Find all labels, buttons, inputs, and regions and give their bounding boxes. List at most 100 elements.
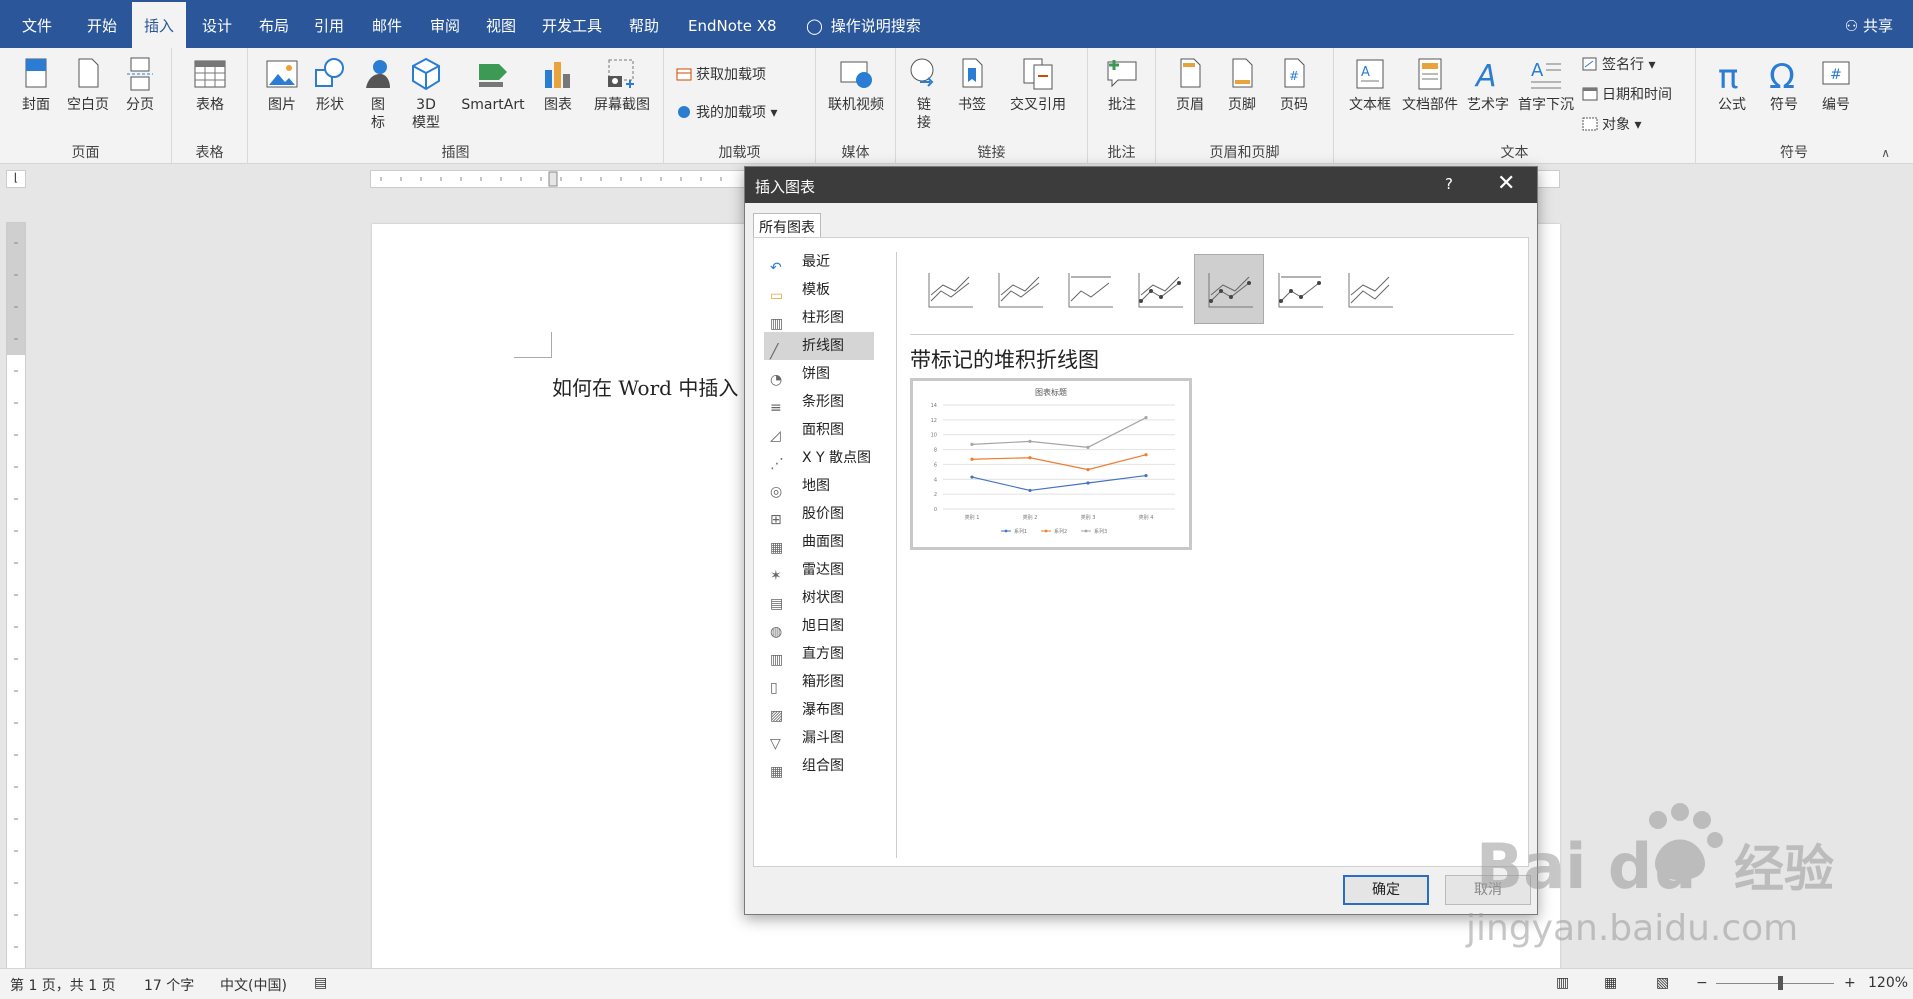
subtype-3d-line[interactable]: [1334, 254, 1404, 324]
collapse-ribbon-icon[interactable]: ∧: [1881, 146, 1890, 160]
my-addins-button[interactable]: 我的加载项 ▾: [676, 102, 777, 122]
chart-category-item[interactable]: ⋰ X Y 散点图: [764, 444, 874, 472]
chart-category-item[interactable]: ▥ 柱形图: [764, 304, 874, 332]
chart-category-item[interactable]: ↶ 最近: [764, 248, 874, 276]
help-button[interactable]: ?: [1445, 175, 1453, 193]
tab-insert[interactable]: 插入: [132, 2, 187, 48]
chart-button[interactable]: 图表: [538, 56, 578, 114]
language[interactable]: 中文(中国): [220, 975, 287, 995]
subtype-line-with-markers[interactable]: [1124, 254, 1194, 324]
screenshot-button[interactable]: 屏幕截图: [586, 56, 658, 114]
wordart-button[interactable]: A 艺术字: [1462, 56, 1514, 114]
zoom-slider-thumb[interactable]: [1778, 976, 1783, 990]
chart-category-icon: ▦: [770, 540, 784, 556]
zoom-in-button[interactable]: +: [1844, 975, 1856, 991]
dialog-titlebar[interactable]: 插入图表 ? ✕: [745, 167, 1537, 203]
tab-mailings[interactable]: 邮件: [360, 0, 414, 48]
tab-endnote[interactable]: EndNote X8: [676, 0, 789, 48]
signature-line-button[interactable]: 签名行 ▾: [1582, 54, 1655, 74]
zoom-level[interactable]: 120%: [1868, 975, 1908, 991]
tab-developer[interactable]: 开发工具: [530, 0, 614, 48]
drop-cap-button[interactable]: A 首字下沉: [1514, 56, 1578, 114]
chart-category-item[interactable]: ◿ 面积图: [764, 416, 874, 444]
document-text[interactable]: 如何在 Word 中插入: [552, 372, 738, 401]
tab-references[interactable]: 引用: [302, 0, 356, 48]
tab-view[interactable]: 视图: [474, 0, 528, 48]
date-time-button[interactable]: 日期和时间: [1582, 84, 1672, 104]
word-count[interactable]: 17 个字: [144, 975, 194, 995]
link-button[interactable]: 链 接: [904, 56, 944, 132]
zoom-out-button[interactable]: −: [1696, 975, 1708, 991]
tab-file[interactable]: 文件: [10, 0, 64, 48]
chart-category-item[interactable]: ▭ 模板: [764, 276, 874, 304]
subtype-100-stacked-line-with-markers[interactable]: [1264, 254, 1334, 324]
header-button[interactable]: 页眉: [1168, 56, 1212, 114]
chart-category-item[interactable]: ▨ 瀑布图: [764, 696, 874, 724]
chart-category-item[interactable]: ⊞ 股价图: [764, 500, 874, 528]
chart-category-item[interactable]: ▦ 组合图: [764, 752, 874, 780]
web-layout-icon[interactable]: ▧: [1656, 975, 1669, 991]
chart-category-item[interactable]: ≡ 条形图: [764, 388, 874, 416]
subtype-stacked-line[interactable]: [984, 254, 1054, 324]
page-number-button[interactable]: # 页码: [1272, 56, 1316, 114]
online-video-button[interactable]: 联机视频: [824, 56, 888, 114]
tab-selector-icon[interactable]: ⌊: [6, 170, 26, 188]
bookmark-button[interactable]: 书签: [952, 56, 992, 114]
smartart-button[interactable]: SmartArt: [456, 56, 530, 114]
chart-category-item[interactable]: ◔ 饼图: [764, 360, 874, 388]
icons-button[interactable]: 图 标: [358, 56, 398, 132]
cross-reference-button[interactable]: 交叉引用: [1000, 56, 1076, 114]
table-button[interactable]: 表格: [190, 56, 230, 114]
chart-category-item[interactable]: ◍ 旭日图: [764, 612, 874, 640]
page-break-button[interactable]: 分页: [120, 56, 160, 114]
close-button[interactable]: ✕: [1497, 171, 1515, 196]
shapes-button[interactable]: 形状: [310, 56, 350, 114]
subtype-stacked-line-with-markers[interactable]: [1194, 254, 1264, 324]
symbol-button[interactable]: Ω 符号: [1762, 56, 1806, 114]
chart-category-icon: ╱: [770, 344, 779, 360]
chart-category-item[interactable]: ▤ 树状图: [764, 584, 874, 612]
footer-button[interactable]: 页脚: [1220, 56, 1264, 114]
blank-page-button[interactable]: 空白页: [64, 56, 112, 114]
picture-button[interactable]: 图片: [262, 56, 302, 114]
new-comment-button[interactable]: 批注: [1100, 56, 1144, 114]
group-label-links: 链接: [977, 145, 1006, 161]
chart-category-item[interactable]: ▽ 漏斗图: [764, 724, 874, 752]
chart-category-item[interactable]: ▯ 箱形图: [764, 668, 874, 696]
page-count[interactable]: 第 1 页，共 1 页: [10, 975, 116, 995]
chart-preview[interactable]: 图表标题 0 2 4 6 8 10 12 14 类别 1 类别 2 类别 3 类别 4 系列1 系列2 系列3: [910, 378, 1192, 550]
share-button[interactable]: ⚇ 共享: [1845, 0, 1893, 48]
tab-all-charts[interactable]: 所有图表: [753, 213, 821, 237]
ok-button[interactable]: 确定: [1343, 875, 1429, 905]
tab-help[interactable]: 帮助: [617, 0, 671, 48]
get-addins-button[interactable]: 获取加载项: [676, 64, 766, 84]
table-icon: [194, 60, 226, 88]
chart-category-item[interactable]: ◎ 地图: [764, 472, 874, 500]
tab-layout[interactable]: 布局: [247, 0, 301, 48]
chart-category-item[interactable]: ▥ 直方图: [764, 640, 874, 668]
tell-me-search[interactable]: ◯ 操作说明搜索: [806, 0, 921, 48]
textbox-button[interactable]: A 文本框: [1344, 56, 1396, 114]
tab-review[interactable]: 审阅: [418, 0, 472, 48]
object-button[interactable]: 对象 ▾: [1582, 114, 1641, 134]
macro-record-icon[interactable]: ▤: [314, 975, 327, 991]
subtype-line[interactable]: [914, 254, 984, 324]
chart-category-item[interactable]: ✶ 雷达图: [764, 556, 874, 584]
chart-category-item[interactable]: ╱ 折线图: [764, 332, 874, 360]
tab-home[interactable]: 开始: [75, 0, 129, 48]
vertical-ruler[interactable]: [6, 222, 26, 970]
numbering-button[interactable]: # 编号: [1814, 56, 1858, 114]
legend-marker: [1084, 529, 1088, 533]
cover-page-button[interactable]: 封面: [16, 56, 56, 114]
read-mode-icon[interactable]: ▥: [1556, 975, 1569, 991]
quick-parts-button[interactable]: 文档部件: [1398, 56, 1462, 114]
zoom-slider[interactable]: [1716, 976, 1834, 990]
data-point: [1028, 488, 1032, 493]
legend-label: 系列2: [1054, 528, 1067, 535]
print-layout-icon[interactable]: ▦: [1604, 975, 1617, 991]
equation-button[interactable]: π 公式: [1710, 56, 1754, 114]
tab-design[interactable]: 设计: [190, 0, 244, 48]
subtype-100-stacked-line[interactable]: [1054, 254, 1124, 324]
3d-models-button[interactable]: 3D 模型: [406, 56, 446, 132]
chart-category-item[interactable]: ▦ 曲面图: [764, 528, 874, 556]
